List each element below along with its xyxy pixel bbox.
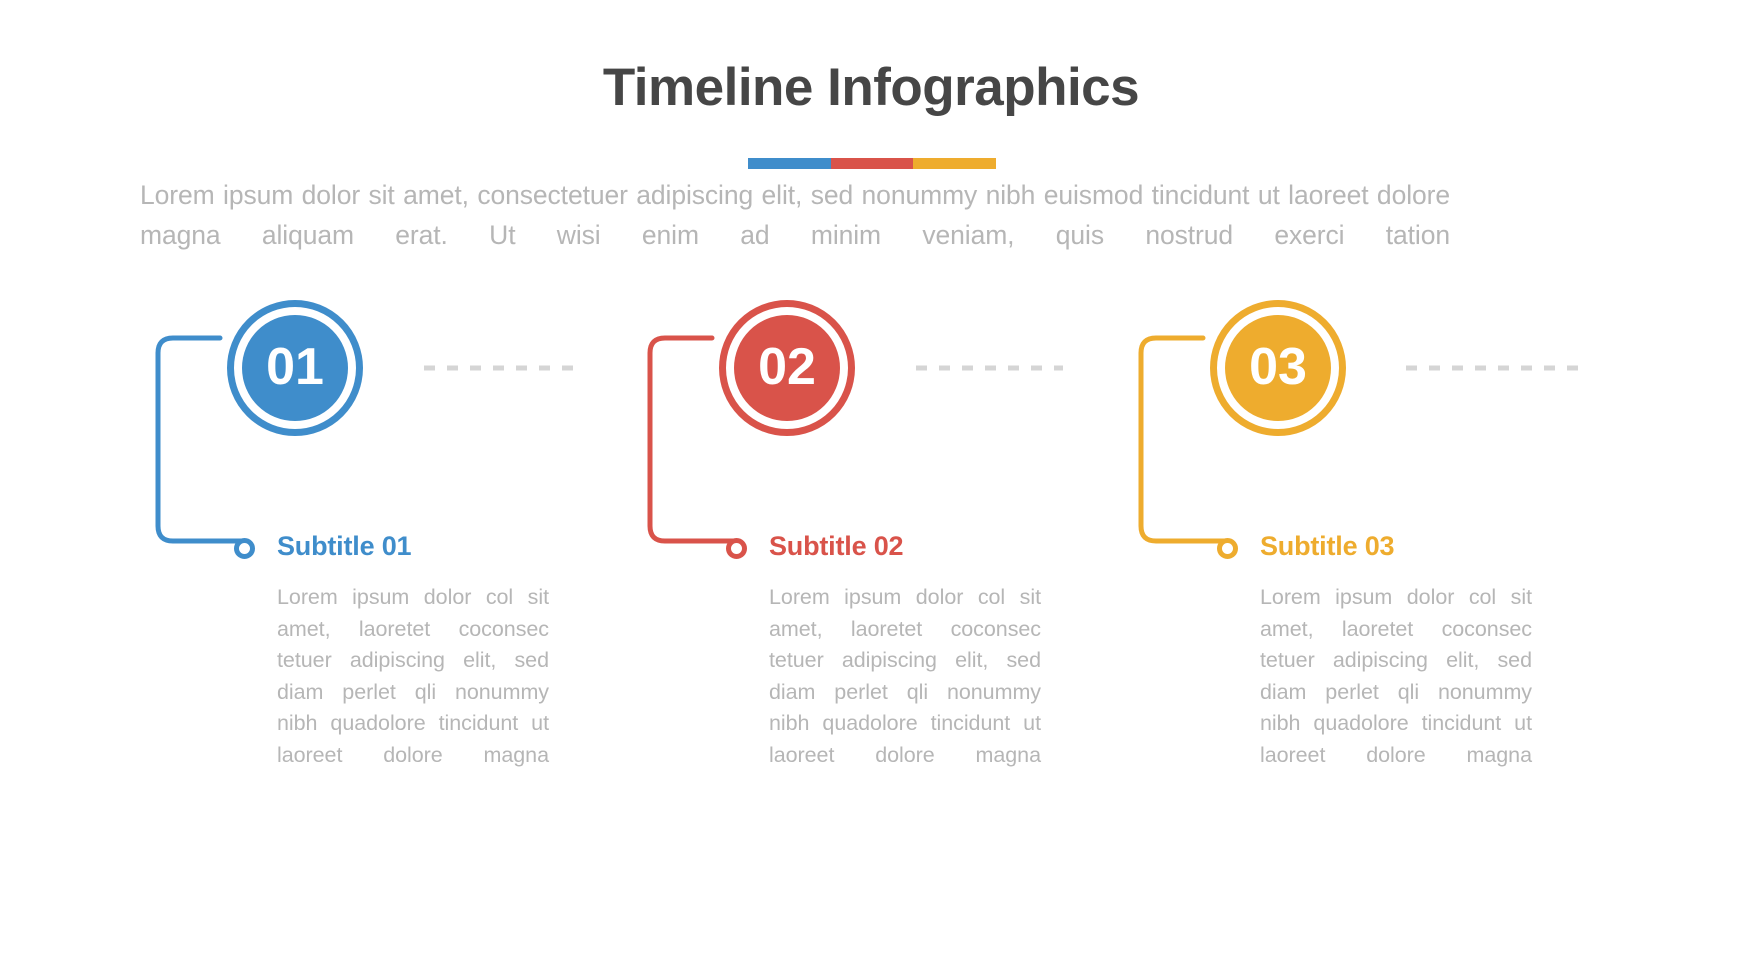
step-connector-bracket-2 [647,335,740,544]
step-number-3: 03 [1249,338,1307,396]
step-number-1: 01 [266,338,324,396]
step-subtitle-1: Subtitle 01 [277,531,412,561]
step-subtitle-2: Subtitle 02 [769,531,904,561]
step-endpoint-ring-2 [726,538,747,559]
step-body-3: Lorem ipsum dolor col sit amet, laoretet… [1260,585,1532,767]
step-node-2[interactable]: 02 [719,300,855,436]
step-endpoint-ring-3 [1217,538,1238,559]
infographic-canvas: Timeline Infographics Lorem ipsum dolor … [0,0,1742,980]
step-node-1[interactable]: 01 [227,300,363,436]
step-node-3[interactable]: 03 [1210,300,1346,436]
step-connector-bracket-1 [155,335,248,544]
step-number-2: 02 [758,338,816,396]
step-connector-bracket-3 [1138,335,1231,544]
step-subtitle-3: Subtitle 03 [1260,531,1395,561]
timeline-step-3[interactable]: 03 Subtitle 03 Lorem ipsum dolor col sit… [983,0,1563,980]
step-endpoint-ring-1 [234,538,255,559]
